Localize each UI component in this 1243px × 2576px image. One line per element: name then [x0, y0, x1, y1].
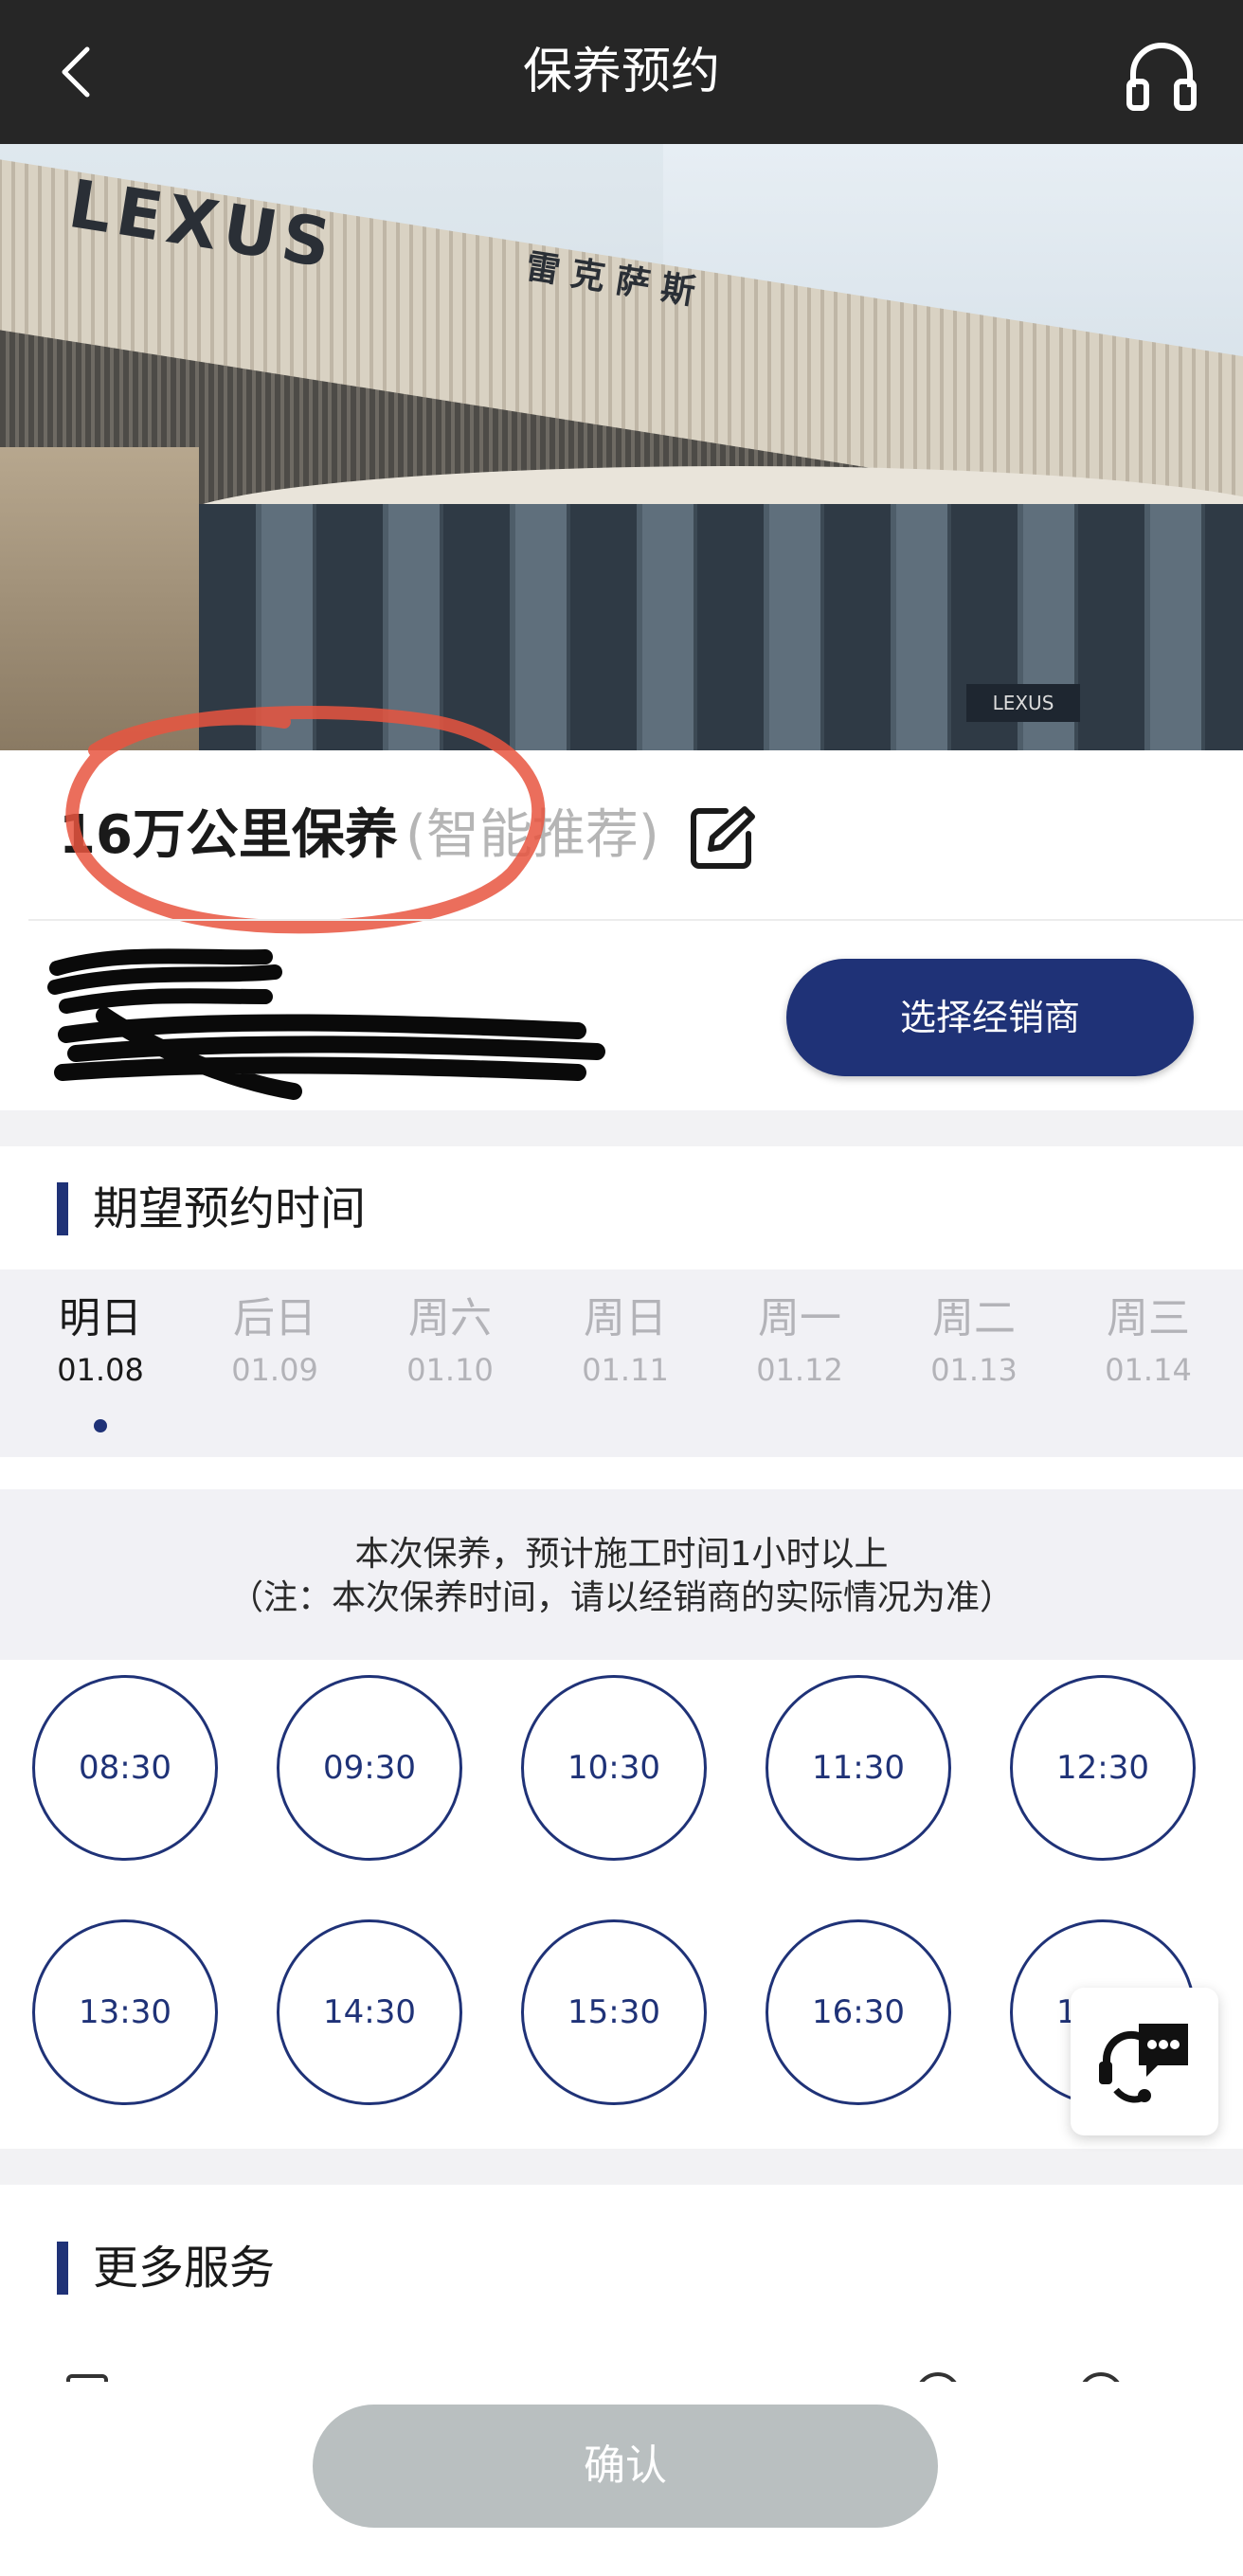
- select-dealer-button[interactable]: 选择经销商: [786, 959, 1194, 1076]
- time-slot[interactable]: 15:30: [521, 1919, 707, 2105]
- notice-line-1: 本次保养，预计施工时间1小时以上: [354, 1535, 889, 1574]
- date-value: 01.14: [1105, 1352, 1192, 1388]
- package-panel: 16万公里保养 (智能推荐) 选择经销商: [0, 706, 1243, 1110]
- time-slot[interactable]: 12:30: [1010, 1675, 1196, 1861]
- date-weekday: 周一: [758, 1294, 841, 1342]
- page-title: 保养预约: [522, 44, 720, 100]
- headset-icon[interactable]: [1124, 38, 1199, 114]
- date-tab[interactable]: 周二 01.13: [908, 1290, 1040, 1393]
- hand-drawn-circle-annotation: [65, 706, 546, 934]
- top-bar: 保养预约: [0, 0, 1243, 144]
- date-weekday: 周二: [932, 1294, 1016, 1342]
- date-tab[interactable]: 周日 01.11: [559, 1290, 692, 1393]
- date-weekday: 周日: [584, 1294, 667, 1342]
- divider: [28, 919, 1243, 921]
- confirm-button[interactable]: 确认: [313, 2405, 938, 2528]
- date-tab[interactable]: 明日 01.08: [34, 1290, 167, 1432]
- selected-date-indicator: [94, 1419, 107, 1432]
- date-tab[interactable]: 后日 01.09: [208, 1290, 341, 1393]
- edit-icon[interactable]: [688, 803, 756, 872]
- date-weekday: 周六: [408, 1294, 492, 1342]
- chat-support-icon: [1099, 2024, 1188, 2103]
- time-slot[interactable]: 10:30: [521, 1675, 707, 1861]
- date-value: 01.11: [582, 1352, 669, 1388]
- section-title-more-services: 更多服务: [57, 2240, 275, 2297]
- time-slot[interactable]: 11:30: [766, 1675, 951, 1861]
- date-value: 01.08: [57, 1352, 144, 1388]
- time-slot[interactable]: 09:30: [277, 1675, 462, 1861]
- bottom-bar: 确认: [0, 2382, 1243, 2576]
- date-tab[interactable]: 周六 01.10: [384, 1290, 516, 1393]
- customer-service-button[interactable]: [1071, 1988, 1218, 2135]
- section-title-appointment: 期望预约时间: [57, 1180, 366, 1237]
- notice-line-2: （注：本次保养时间，请以经销商的实际情况为准）: [228, 1578, 1014, 1617]
- date-value: 01.09: [231, 1352, 318, 1388]
- time-slot[interactable]: 13:30: [32, 1919, 218, 2105]
- date-tab[interactable]: 周一 01.12: [733, 1290, 866, 1393]
- date-value: 01.12: [756, 1352, 843, 1388]
- entrance-sign: LEXUS: [966, 684, 1080, 722]
- date-weekday: 明日: [59, 1294, 142, 1342]
- date-weekday: 周三: [1107, 1294, 1190, 1342]
- service-duration-notice: 本次保养，预计施工时间1小时以上 （注：本次保养时间，请以经销商的实际情况为准）: [0, 1489, 1243, 1660]
- date-value: 01.13: [930, 1352, 1018, 1388]
- time-slot[interactable]: 16:30: [766, 1919, 951, 2105]
- appointment-section: 期望预约时间 明日 01.08 后日 01.09 周六 01.10 周日 01.…: [0, 1146, 1243, 2149]
- date-value: 01.10: [406, 1352, 494, 1388]
- date-selector: 明日 01.08 后日 01.09 周六 01.10 周日 01.11 周一 0…: [0, 1270, 1243, 1457]
- date-tab[interactable]: 周三 01.14: [1082, 1290, 1215, 1393]
- time-slot[interactable]: 08:30: [32, 1675, 218, 1861]
- redaction-scribble: [47, 948, 605, 1100]
- time-slot[interactable]: 14:30: [277, 1919, 462, 2105]
- date-weekday: 后日: [233, 1294, 316, 1342]
